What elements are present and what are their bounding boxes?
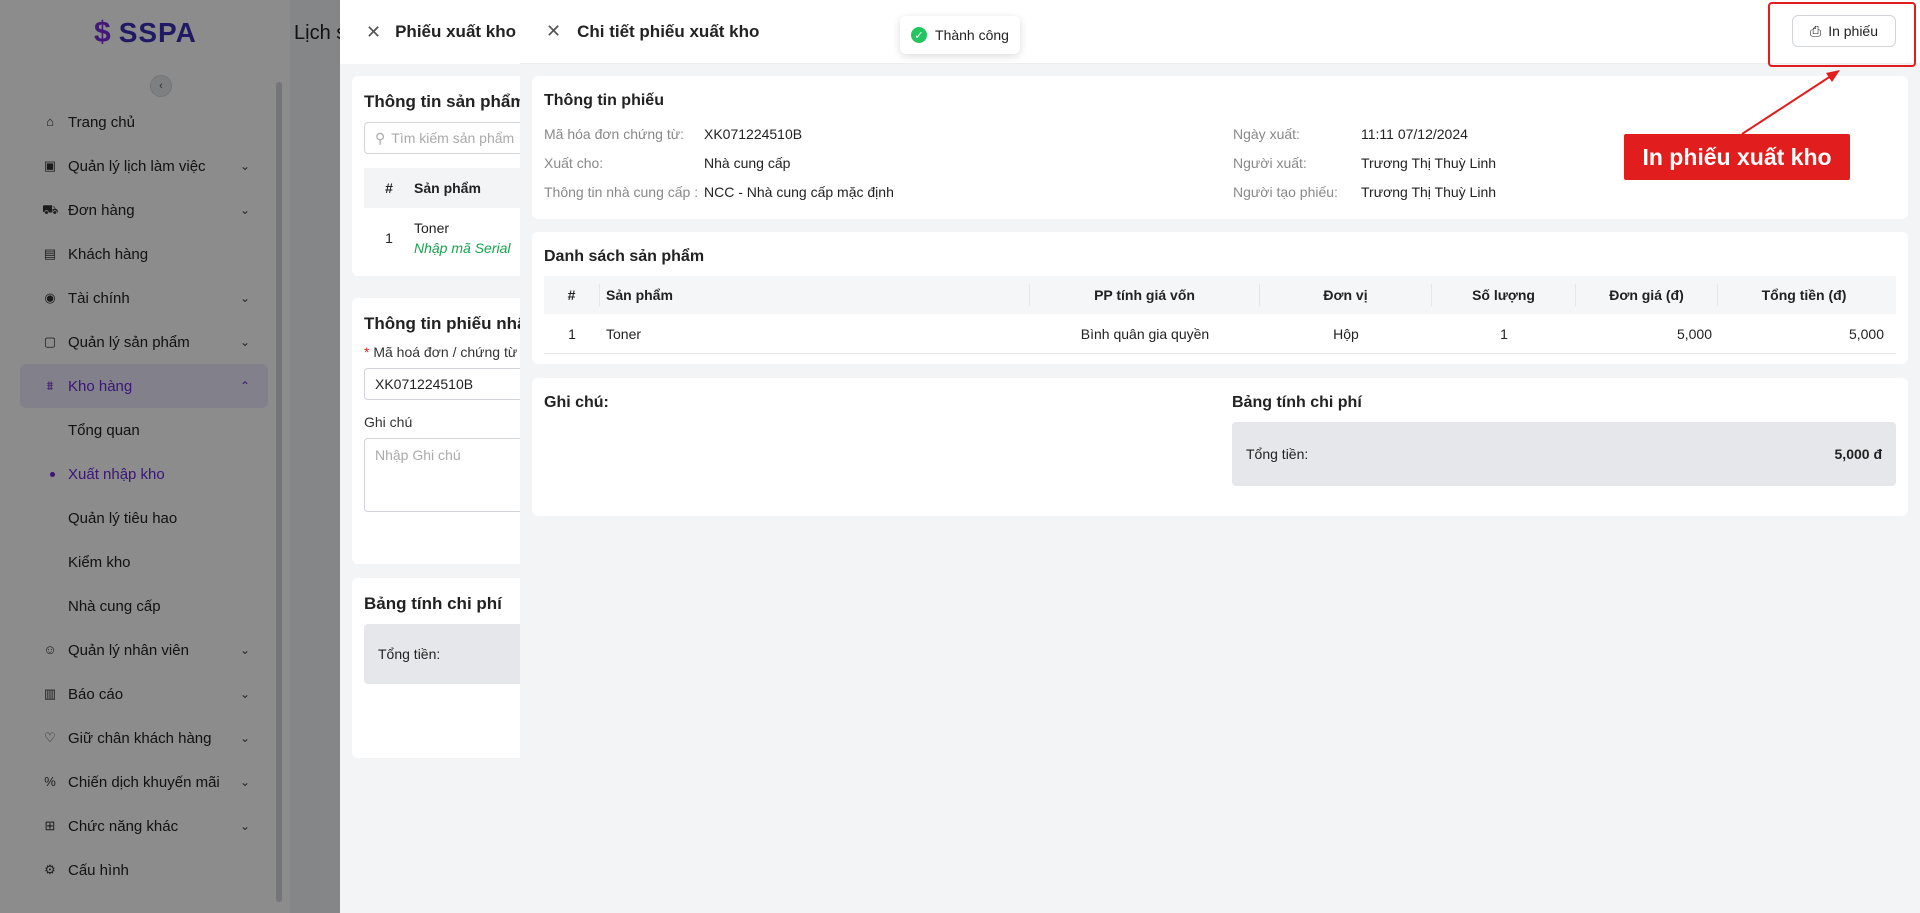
info-value: Trương Thị Thuỳ Linh: [1361, 155, 1497, 171]
summary-card: Ghi chú: Bảng tính chi phí Tổng tiền: 5,…: [532, 378, 1908, 516]
close-icon[interactable]: ✕: [546, 21, 561, 42]
highlight-box: [1768, 2, 1916, 67]
toast-text: Thành công: [935, 27, 1009, 43]
info-key: Thông tin nhà cung cấp :: [544, 184, 699, 200]
info-section-title: Thông tin phiếu: [544, 92, 664, 109]
table-cell: 1: [1500, 325, 1508, 342]
info-key: Ngày xuất:: [1233, 126, 1300, 142]
detail-header: ✕ Chi tiết phiếu xuất kho ⎙ In phiếu: [520, 0, 1920, 67]
products-section-title: Danh sách sản phẩm: [544, 248, 705, 265]
info-key: Người tạo phiếu:: [1233, 184, 1338, 200]
products-table: # Sản phẩm PP tính giá vốn Đơn vị Số lượng Đơ…: [544, 276, 1896, 354]
serial-input[interactable]: Nhập mã Serial: [414, 240, 511, 256]
total-label: Tổng tiền:: [1246, 446, 1309, 462]
table-header: # Sản phẩm PP tính giá vốn Đơn vị Số lượng Đơ…: [544, 276, 1896, 314]
table-cell: Toner: [606, 325, 642, 342]
detail-title: Chi tiết phiếu xuất kho: [577, 21, 760, 41]
table-cell: Hộp: [1333, 325, 1359, 342]
products-card: Danh sách sản phẩm # Sản phẩm PP tính giá …: [532, 232, 1908, 364]
check-circle-icon: ✓: [911, 27, 928, 43]
table-cell: 1: [568, 325, 576, 342]
info-value: Trương Thị Thuỳ Linh: [1361, 184, 1497, 200]
total-value: 5,000 đ: [1834, 446, 1882, 462]
column-header: Số lượng: [1432, 284, 1576, 306]
invoice-label: Mã hoá đơn / chứng từ: [373, 344, 518, 360]
col-product: Sản phẩm: [414, 180, 481, 196]
product-name: Toner: [414, 220, 450, 236]
table-row: 1 Toner Bình quân gia quyền Hộp 1 5,000 5,000: [544, 314, 1896, 354]
info-key: Mã hóa đơn chứng từ:: [544, 126, 684, 142]
info-key: Xuất cho:: [544, 155, 604, 171]
column-header: PP tính giá vốn: [1030, 284, 1260, 306]
info-value: NCC - Nhà cung cấp mặc định: [704, 184, 894, 200]
info-value: XK071224510B: [704, 126, 803, 142]
close-icon[interactable]: ✕: [366, 22, 381, 43]
search-icon: ⚲: [375, 129, 386, 146]
table-cell: 5,000: [1848, 325, 1884, 342]
column-header: Tổng tiền (đ): [1761, 287, 1847, 303]
info-value: 11:11 07/12/2024: [1361, 126, 1468, 142]
table-body: 1 Toner Bình quân gia quyền Hộp 1 5,000 5,000: [544, 314, 1896, 354]
annotation-callout: In phiếu xuất kho: [1624, 134, 1850, 180]
table-cell: 5,000: [1676, 325, 1712, 342]
total-box: Tổng tiền: 5,000 đ: [1232, 422, 1896, 486]
info-key: Người xuất:: [1233, 155, 1307, 171]
export-drawer-title: Phiếu xuất kho: [395, 22, 517, 41]
success-toast: ✓ Thành công: [900, 16, 1020, 54]
column-header: Sản phẩm: [600, 284, 1030, 306]
col-index: #: [385, 180, 393, 196]
info-value: Nhà cung cấp: [704, 155, 791, 171]
table-cell: Bình quân gia quyền: [1080, 325, 1210, 342]
column-header: Đơn vị: [1260, 284, 1432, 306]
column-header: Đơn giá (đ): [1576, 284, 1718, 306]
column-header: #: [544, 284, 600, 306]
note-title: Ghi chú:: [544, 394, 609, 411]
cost-title: Bảng tính chi phí: [1232, 394, 1362, 411]
